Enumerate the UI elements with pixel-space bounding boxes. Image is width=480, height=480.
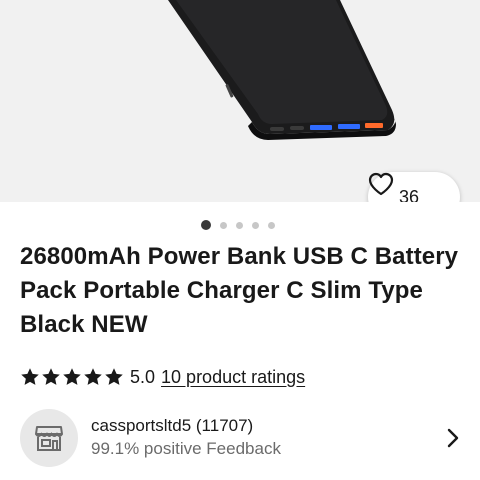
product-image-carousel[interactable]: 36 [0,0,480,202]
carousel-dot-1[interactable] [201,220,211,230]
seller-card[interactable]: cassportsltd5 (11707) 99.1% positive Fee… [20,408,470,468]
rating-value: 5.0 [130,366,156,387]
star-icon [63,368,81,385]
carousel-dot-2[interactable] [220,221,227,229]
carousel-dot-5[interactable] [268,221,275,229]
star-rating [20,367,124,387]
item-title: 26800mAh Power Bank USB C Battery Pack P… [20,243,459,338]
seller-avatar [20,409,78,467]
seller-name: cassportsltd5 (11707) [91,416,254,435]
product-ratings-link[interactable]: 10 product ratings [161,367,305,388]
item-page: 36 26800mAh Power Bank USB C Battery Pac… [0,0,480,480]
seller-info: cassportsltd5 (11707) 99.1% positive Fee… [91,415,470,461]
carousel-dot-4[interactable] [252,221,259,229]
carousel-dot-3[interactable] [236,221,243,229]
watch-button[interactable]: 36 [368,172,460,202]
watch-count: 36 [398,186,420,203]
star-icon [84,368,102,385]
product-rating: 5.0 10 product ratings [20,365,305,389]
seller-feedback: 99.1% positive Feedback [91,439,281,458]
star-icon [105,368,123,385]
star-icon [21,368,39,385]
store-icon [35,426,63,451]
chevron-right-icon [446,428,460,453]
star-icon [42,368,60,385]
carousel-pagination [0,219,480,231]
